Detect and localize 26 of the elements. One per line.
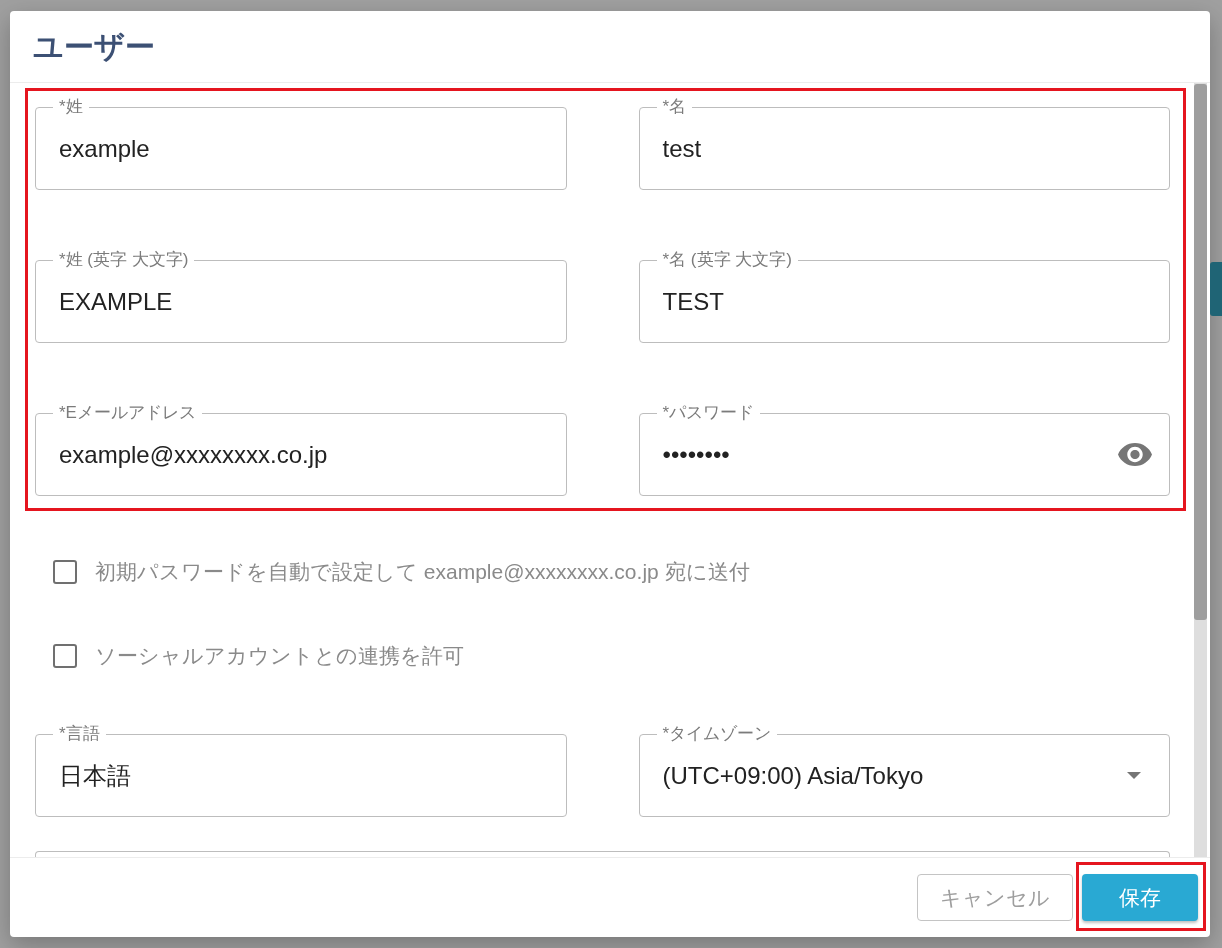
field-label: *名 bbox=[656, 97, 693, 117]
text-field[interactable]: *名 test bbox=[638, 97, 1170, 190]
text-field[interactable]: *姓 (英字 大文字) EXAMPLE bbox=[35, 250, 567, 343]
background-block bbox=[1210, 262, 1222, 316]
field-label: *パスワード bbox=[656, 403, 761, 423]
checkbox[interactable] bbox=[53, 644, 77, 668]
eye-icon[interactable] bbox=[1118, 443, 1152, 466]
text-field[interactable]: *姓 example bbox=[35, 97, 567, 190]
select-field[interactable]: *タイムゾーン (UTC+09:00) Asia/Tokyo bbox=[638, 724, 1170, 817]
checkbox-label: 初期パスワードを自動で設定して example@xxxxxxxx.co.jp 宛に送付 bbox=[95, 559, 750, 585]
field-label: *言語 bbox=[53, 724, 106, 744]
password-field[interactable]: *パスワード •••••••• bbox=[638, 403, 1170, 496]
field-label: *タイムゾーン bbox=[656, 724, 778, 744]
field-label: *姓 bbox=[53, 97, 89, 117]
text-field[interactable] bbox=[35, 851, 1170, 857]
checkbox-label: ソーシャルアカウントとの連携を許可 bbox=[95, 643, 464, 669]
checkbox[interactable] bbox=[53, 560, 77, 584]
caret-icon bbox=[1127, 772, 1141, 779]
text-field[interactable]: *名 (英字 大文字) TEST bbox=[638, 250, 1170, 343]
field-label: *Eメールアドレス bbox=[53, 403, 202, 423]
dialog-title: ユーザー bbox=[33, 28, 155, 65]
text-field[interactable]: *Eメールアドレス example@xxxxxxxx.co.jp bbox=[35, 403, 567, 496]
field-label: *姓 (英字 大文字) bbox=[53, 250, 195, 270]
field-label: *名 (英字 大文字) bbox=[656, 250, 798, 270]
scrollbar-thumb[interactable] bbox=[1194, 84, 1207, 620]
text-field[interactable]: *言語 日本語 bbox=[35, 724, 567, 817]
